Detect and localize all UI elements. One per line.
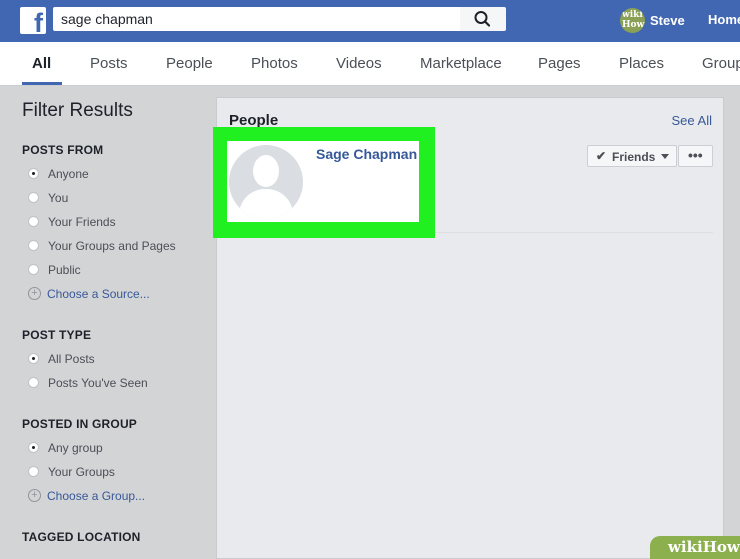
user-name: Steve — [650, 13, 685, 28]
highlight-box: Sage Chapman — [213, 127, 435, 238]
search-button[interactable] — [460, 7, 506, 31]
checkmark-icon: ✔ — [596, 149, 607, 163]
plus-icon: + — [28, 489, 41, 502]
tab-photos[interactable]: Photos — [251, 55, 298, 72]
tab-all[interactable]: All — [32, 55, 51, 72]
silhouette-body — [239, 189, 293, 219]
radio-icon — [28, 264, 39, 275]
radio-icon — [28, 466, 39, 477]
person-result[interactable]: Sage Chapman — [227, 141, 419, 222]
tab-people[interactable]: People — [166, 55, 213, 72]
profile-picture[interactable] — [229, 145, 303, 219]
friends-button[interactable]: ✔ Friends — [587, 145, 677, 167]
person-name-link[interactable]: Sage Chapman — [316, 146, 417, 162]
see-all-link[interactable]: See All — [672, 113, 712, 128]
top-nav-bar: f wikiHow Steve Home — [0, 0, 740, 42]
home-link[interactable]: Home — [708, 12, 740, 27]
facebook-logo[interactable]: f — [20, 7, 46, 38]
tab-places[interactable]: Places — [619, 55, 664, 72]
radio-icon — [28, 377, 39, 388]
tab-groups[interactable]: Groups — [702, 55, 740, 72]
silhouette-head — [253, 155, 279, 187]
tab-posts[interactable]: Posts — [90, 55, 128, 72]
more-options-icon: ••• — [688, 147, 703, 163]
tagged-location-heading: TAGGED LOCATION — [22, 530, 141, 544]
search-input[interactable] — [53, 7, 459, 31]
search-icon — [474, 11, 491, 27]
caret-down-icon — [661, 154, 669, 159]
radio-selected-icon — [28, 442, 39, 453]
posted-in-group-heading: POSTED IN GROUP — [22, 417, 138, 431]
tab-marketplace[interactable]: Marketplace — [420, 55, 502, 72]
search-box[interactable] — [53, 7, 460, 31]
more-options-button[interactable]: ••• — [678, 145, 713, 167]
search-tabs: All Posts People Photos Videos Marketpla… — [0, 42, 740, 86]
avatar: wiki How — [620, 8, 645, 33]
facebook-logo-letter: f — [34, 8, 43, 38]
post-type-heading: POST TYPE — [22, 328, 92, 342]
radio-icon — [28, 216, 39, 227]
radio-icon — [28, 240, 39, 251]
radio-selected-icon — [28, 353, 39, 364]
tab-pages[interactable]: Pages — [538, 55, 581, 72]
filter-title: Filter Results — [22, 100, 133, 121]
posts-from-heading: POSTS FROM — [22, 143, 104, 157]
plus-icon: + — [28, 287, 41, 300]
radio-selected-icon — [28, 168, 39, 179]
tab-videos[interactable]: Videos — [336, 55, 382, 72]
active-tab-indicator — [22, 82, 62, 85]
radio-icon — [28, 192, 39, 203]
wikihow-watermark: wikiHow — [650, 536, 740, 559]
